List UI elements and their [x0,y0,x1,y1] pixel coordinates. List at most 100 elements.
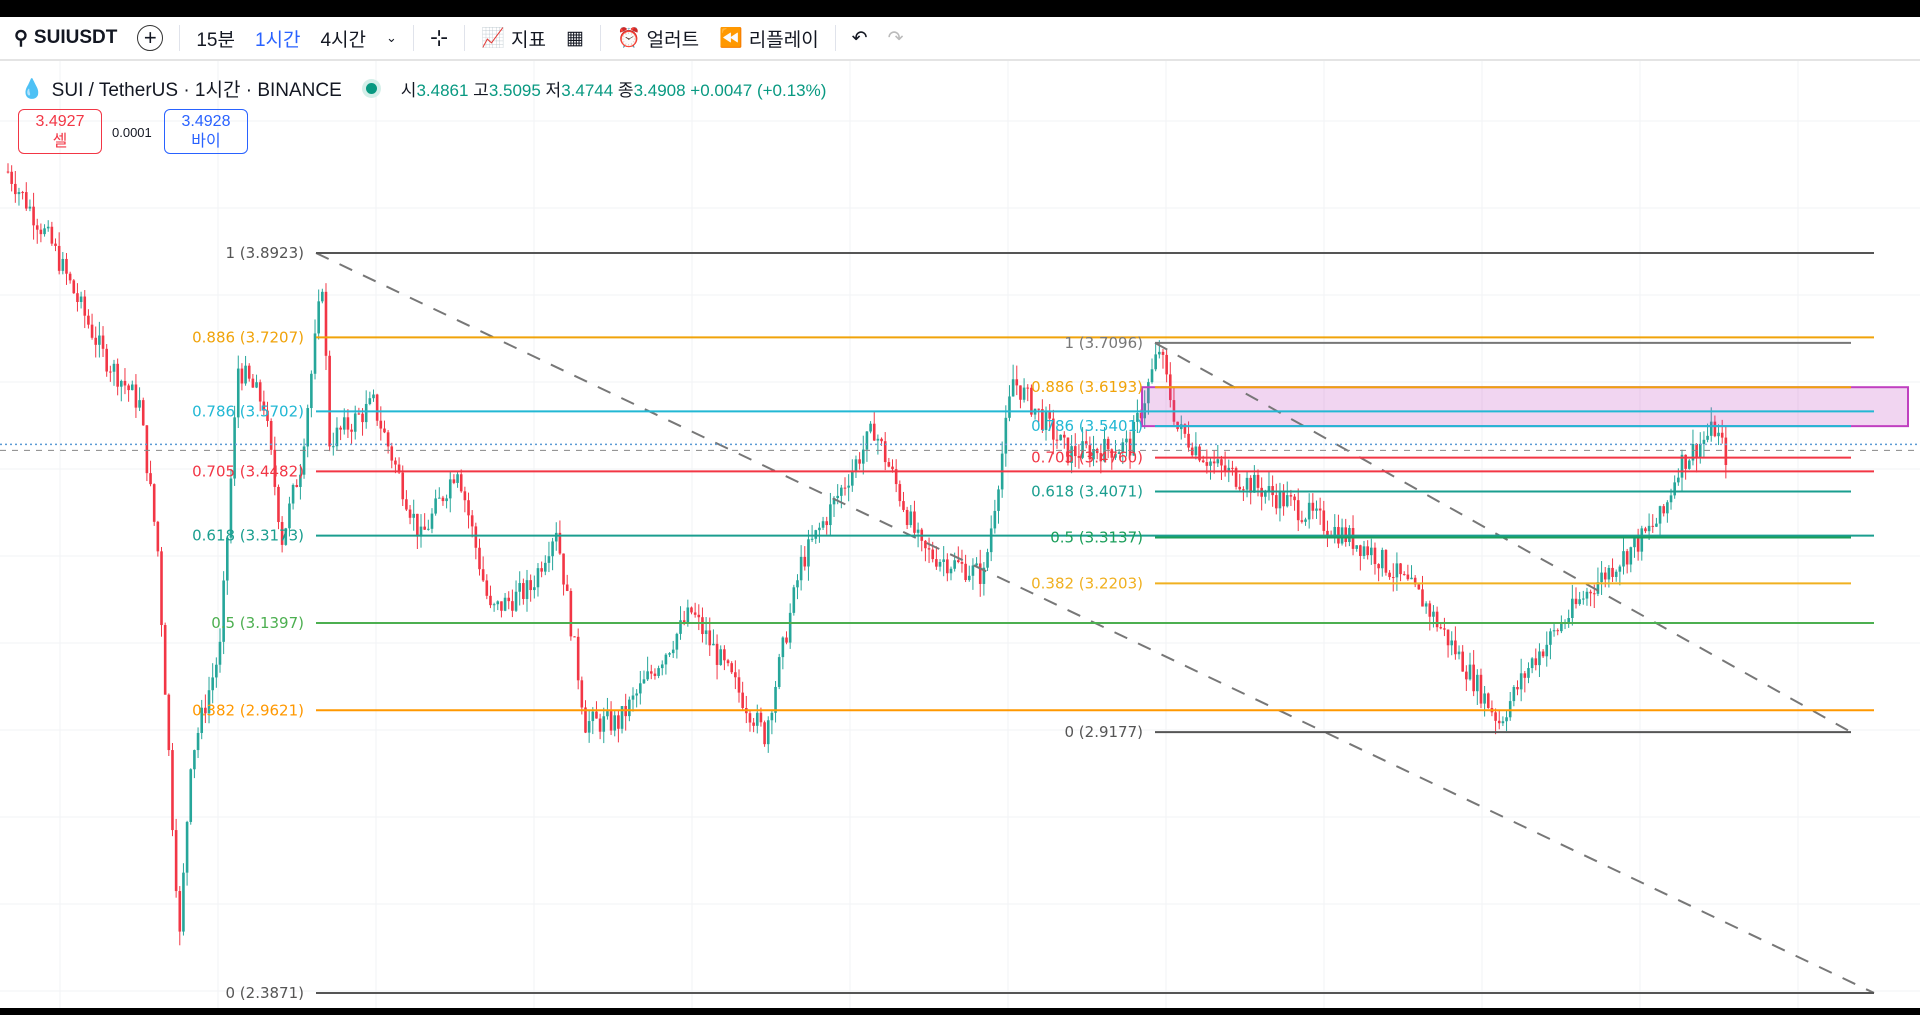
symbol-label: SUIUSDT [33,27,118,48]
chevron-down-icon: ⌄ [386,30,397,45]
candle-body [1633,538,1636,548]
candle-body [909,511,913,526]
interval-1h[interactable]: 1시간 [245,25,311,52]
compare-button[interactable]: + [127,25,173,51]
candle-body [1304,519,1307,522]
candle-body [949,568,953,574]
candle-body [383,428,386,433]
candle-body [1205,462,1209,466]
candle-body [127,385,130,391]
candle-body [1125,438,1128,443]
candle-body [536,568,540,588]
candle-body [1019,385,1022,400]
candle-body [28,206,32,209]
candle-body [258,382,262,402]
candle-body [1326,530,1329,536]
fib1-level-label: 0.705 (3.4482) [192,462,304,480]
candle-body [1669,495,1673,503]
candle-body [244,365,247,384]
candle-body [1432,611,1435,617]
candle-body [1538,651,1541,666]
candle-body [116,363,119,387]
replay-button[interactable]: ⏪ 리플레이 [709,25,829,52]
chart-pane[interactable]: 1 (3.8923) 0.886 (3.7207) 0.786 (3.5702) 0.… [0,61,1920,1008]
candle-body [1318,508,1322,511]
candle-body [496,601,500,605]
fib1-level-label: 0.5 (3.1397) [211,614,304,632]
candle-body [507,597,511,602]
alert-label: 얼러트 [646,29,700,51]
fib2-level-label: 0.886 (3.6193) [1031,378,1143,396]
sell-button[interactable]: 3.4927 셀 [18,109,102,154]
candle-body [160,551,163,626]
candle-body [1351,528,1355,549]
candle-body [306,408,310,447]
alarm-clock-icon: ⏰ [616,28,641,49]
candle-body [905,509,909,526]
candle-body [1592,593,1596,595]
layouts-button[interactable]: ▦ [556,27,594,50]
candle-body [167,694,171,751]
candle-body [1472,664,1475,692]
candle-body [1022,387,1026,400]
candle-body [1603,572,1607,580]
candle-body [317,301,320,334]
candle-body [591,711,595,722]
candle-body [1282,490,1285,507]
candle-body [61,258,65,271]
candle-body [1062,434,1066,438]
candle-body [6,171,10,173]
chart-type-button[interactable]: ⊹ [420,25,458,51]
interval-4h[interactable]: 4시간 [310,25,376,52]
candle-body [829,504,832,526]
indicators-button[interactable]: 📈 지표 [471,25,556,52]
candle-body [799,556,803,581]
candle-body [993,510,997,529]
undo-button[interactable]: ↶ [842,27,878,50]
candle-body [1004,417,1008,454]
candle-body [32,206,35,226]
candle-body [489,595,492,606]
candle-body [1677,477,1680,483]
candle-body [390,446,394,461]
candle-body [328,355,331,447]
candle-body [1161,351,1165,355]
candle-body [218,641,222,665]
sell-price: 3.4927 [35,113,85,130]
candle-body [1640,528,1644,552]
candle-body [660,664,664,669]
candle-body [14,183,17,195]
candle-body [803,556,807,567]
symbol-search-button[interactable]: ⚲ SUIUSDT [0,27,127,50]
buy-button[interactable]: 3.4928 바이 [164,109,248,154]
candle-body [1629,547,1633,565]
candle-body [1384,549,1388,573]
candle-body [1497,720,1501,724]
candle-body [1483,693,1486,704]
indicators-label: 지표 [511,29,546,51]
symbol-legend: 💧 SUI / TetherUS · 1시간 · BINANCE 시3.4861… [20,75,826,102]
fib1-level-label: 0 (2.3871) [225,984,304,1002]
candle-body [1720,432,1724,438]
candle-body [1220,459,1223,466]
candle-body [1571,598,1574,619]
chart-canvas[interactable]: 1 (3.8923) 0.886 (3.7207) 0.786 (3.5702) 0.… [0,61,1920,1008]
interval-15m[interactable]: 15분 [186,25,245,52]
candle-body [697,614,701,618]
candle-body [774,686,777,713]
interval-dropdown[interactable]: ⌄ [376,30,407,46]
candle-body [1399,563,1402,575]
buy-label: 바이 [191,133,221,150]
candle-body [10,171,13,184]
candle-body [547,556,551,563]
candle-body [997,489,1000,511]
candle-body [646,671,649,680]
candle-body [810,538,814,540]
candle-body [331,446,335,448]
candle-body [1165,354,1168,375]
alert-button[interactable]: ⏰ 얼러트 [607,25,709,52]
candle-body [222,580,225,642]
candle-body [1494,712,1497,721]
redo-button[interactable]: ↷ [878,27,914,50]
candle-body [964,563,967,581]
